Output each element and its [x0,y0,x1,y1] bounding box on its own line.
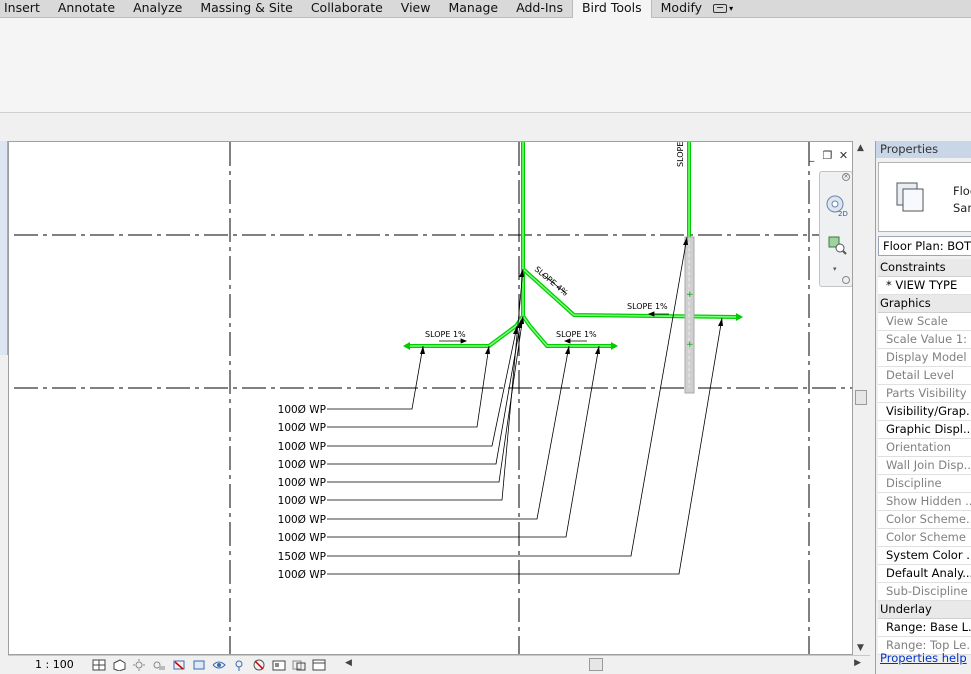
worksharing-icon[interactable] [251,658,267,672]
prop-view-type[interactable]: * VIEW TYPE [878,277,971,295]
ribbon-strip [0,113,971,141]
pipe-tag: 100Ø WP [278,477,326,489]
properties-help-link[interactable]: Properties help [880,651,967,665]
temporary-hide-icon[interactable] [211,658,227,672]
navbar-close-icon[interactable]: × [842,173,850,181]
prop-orientation[interactable]: Orientation [878,439,971,457]
tab-massing-site[interactable]: Massing & Site [191,0,302,17]
grid-lines [14,142,852,654]
constraints-icon[interactable] [311,658,327,672]
slope-label: SLOPE [676,142,685,167]
restore-icon[interactable]: ❐ [821,150,834,163]
vertical-scrollbar[interactable]: ▲ ▼ [853,141,870,655]
prop-default-analysis[interactable]: Default Analy... [878,565,971,583]
chevron-down-icon[interactable]: ▾ [833,265,837,273]
reveal-hidden-icon[interactable] [231,658,247,672]
drawing-svg: + + SLOPE SLOPE 4% SLOPE 1% SLOPE 1% SLO… [14,142,852,654]
section-underlay[interactable]: Underlay [878,601,971,619]
view-scale[interactable]: 1 : 100 [35,658,74,671]
project-browser-edge [0,141,8,355]
prop-view-scale[interactable]: View Scale [878,313,971,331]
type-selector[interactable]: Floo Sani [878,162,971,232]
tab-insert[interactable]: Insert [0,0,49,17]
slope-label: SLOPE 1% [425,330,466,339]
properties-panel: Properties Floo Sani Floor Plan: BOTTO Co… [875,141,971,674]
pipe-tag: 100Ø WP [278,441,326,453]
svg-text:+: + [686,290,694,300]
prop-discipline[interactable]: Discipline [878,475,971,493]
tab-collaborate[interactable]: Collaborate [302,0,392,17]
prop-wall-join-display[interactable]: Wall Join Disp... [878,457,971,475]
type-name-line1: Floo [953,184,971,198]
prop-scale-value[interactable]: Scale Value 1: [878,331,971,349]
prop-parts-visibility[interactable]: Parts Visibility [878,385,971,403]
ribbon-panel [0,18,971,113]
view-control-bar: 1 : 100 ◀ ▶ [8,655,870,674]
floor-plan-type-icon [893,181,927,213]
pipe-tag: 100Ø WP [278,532,326,544]
pipe-tag: 100Ø WP [278,422,326,434]
shadows-icon[interactable] [151,658,167,672]
pipe-tag: 150Ø WP [278,551,326,563]
navbar-options-icon[interactable] [842,276,850,284]
svg-text:2D: 2D [838,210,848,218]
minimize-icon[interactable]: _ [805,150,818,163]
tab-modify[interactable]: Modify [652,0,711,17]
sun-path-icon[interactable] [131,658,147,672]
prop-system-color[interactable]: System Color ... [878,547,971,565]
section-graphics[interactable]: Graphics [878,295,971,313]
tab-annotate[interactable]: Annotate [49,0,124,17]
scroll-down-icon[interactable]: ▼ [857,643,864,653]
pipe-tag: 100Ø WP [278,495,326,507]
tab-manage[interactable]: Manage [439,0,507,17]
scroll-up-icon[interactable]: ▲ [857,143,864,153]
horizontal-scrollbar[interactable]: ◀ ▶ [343,657,863,673]
visual-style-icon[interactable] [111,658,127,672]
ribbon-tab-bar: Insert Annotate Analyze Massing & Site C… [0,0,971,18]
prop-graphic-display[interactable]: Graphic Displ... [878,421,971,439]
prop-detail-level[interactable]: Detail Level [878,367,971,385]
pipe-tag: 100Ø WP [278,459,326,471]
steering-wheel-2d-icon[interactable]: 2D [825,194,849,218]
highlight-displacement-icon[interactable] [291,658,307,672]
view-window-controls: _ ❐ ✕ [805,150,850,163]
pipe-tag: 100Ø WP [278,514,326,526]
crop-region-icon[interactable] [191,658,207,672]
slope-label: SLOPE 1% [627,302,668,311]
slope-label: SLOPE 1% [556,330,597,339]
hscroll-thumb[interactable] [589,658,603,671]
pipes: + + [403,142,743,394]
pipe-tag: 100Ø WP [278,404,326,416]
prop-color-scheme-location[interactable]: Color Scheme... [878,511,971,529]
prop-display-model[interactable]: Display Model [878,349,971,367]
tab-view[interactable]: View [392,0,440,17]
detail-level-icon[interactable] [91,658,107,672]
scroll-thumb[interactable] [855,390,867,405]
section-constraints[interactable]: Constraints [878,259,971,277]
prop-range-base[interactable]: Range: Base L... [878,619,971,637]
tab-bird-tools[interactable]: Bird Tools [571,0,652,18]
prop-sub-discipline[interactable]: Sub-Discipline [878,583,971,601]
type-name-line2: Sani [953,201,971,215]
view-instance-selector[interactable]: Floor Plan: BOTTO [878,236,971,256]
tab-analyze[interactable]: Analyze [124,0,191,17]
crop-view-icon[interactable] [171,658,187,672]
scroll-left-icon[interactable]: ◀ [345,658,352,668]
panel-toggle-icon[interactable]: ▾ [713,2,737,14]
zoom-icon[interactable] [827,235,847,255]
scroll-right-icon[interactable]: ▶ [854,658,861,668]
properties-title: Properties [876,141,971,158]
svg-text:+: + [686,340,694,350]
tab-add-ins[interactable]: Add-Ins [507,0,572,17]
analytical-model-icon[interactable] [271,658,287,672]
prop-visibility-graphics[interactable]: Visibility/Grap... [878,403,971,421]
drawing-canvas[interactable]: + + SLOPE SLOPE 4% SLOPE 1% SLOPE 1% SLO… [8,141,853,655]
pipe-tag: 100Ø WP [278,569,326,581]
prop-color-scheme[interactable]: Color Scheme [878,529,971,547]
navigation-bar: × 2D ▾ [819,171,852,287]
prop-show-hidden[interactable]: Show Hidden ... [878,493,971,511]
property-list: Constraints * VIEW TYPE Graphics View Sc… [878,259,971,655]
close-icon[interactable]: ✕ [837,150,850,163]
